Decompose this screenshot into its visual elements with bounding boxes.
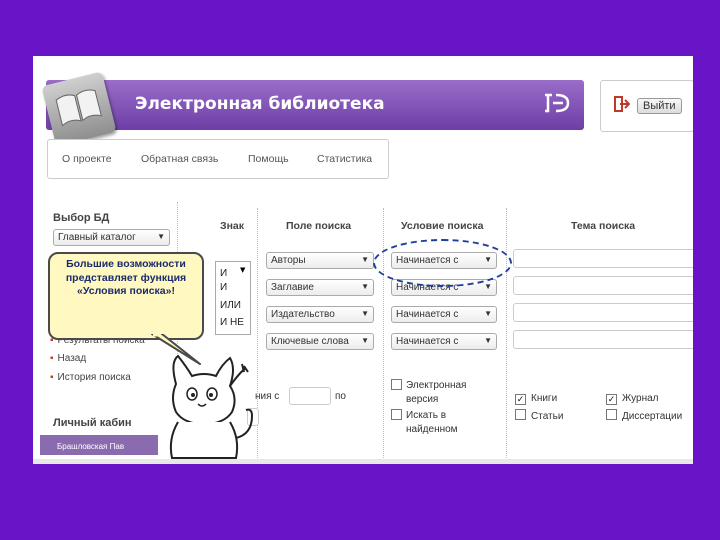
topic-input[interactable]: [513, 276, 693, 295]
type-books-checkbox[interactable]: ✓ Книги: [515, 393, 557, 405]
topic-input[interactable]: [513, 249, 693, 268]
brand-logo-icon: [543, 92, 571, 119]
logout-icon: [614, 96, 631, 112]
checkbox-box[interactable]: [606, 409, 617, 420]
checkbox-box[interactable]: [391, 409, 402, 420]
sign-option[interactable]: И: [220, 282, 227, 293]
electronic-version-checkbox[interactable]: [391, 379, 407, 392]
exit-panel: Выйти: [600, 80, 693, 132]
search-in-found-checkbox[interactable]: [391, 409, 407, 422]
electronic-version-label: Электронная версия: [406, 380, 467, 405]
checkbox-box[interactable]: [515, 409, 526, 420]
db-section-title: Выбор БД: [53, 212, 110, 224]
condition-select[interactable]: Начинается с ▼: [391, 306, 497, 323]
type-label: Журнал: [622, 393, 659, 404]
speech-bubble: Большие возможности представляет функция…: [48, 252, 204, 340]
field-select[interactable]: Ключевые слова ▼: [266, 333, 374, 350]
search-in-found-label: Искать в найденном: [406, 410, 458, 435]
divider: [383, 208, 384, 458]
topic-input[interactable]: [513, 330, 693, 349]
field-select-value: Заглавие: [271, 282, 314, 293]
nav-stats[interactable]: Статистика: [317, 153, 372, 165]
highlight-ellipse: [373, 239, 512, 287]
checkbox-box[interactable]: ✓: [515, 394, 526, 405]
field-select[interactable]: Издательство ▼: [266, 306, 374, 323]
type-label: Книги: [531, 393, 558, 404]
menu-history[interactable]: ▪ История поиска: [50, 372, 131, 383]
col-topic: Тема поиска: [571, 220, 636, 232]
dropdown-arrow-icon: ▼: [484, 282, 492, 291]
dropdown-arrow-icon: ▼: [361, 282, 369, 291]
field-select-value: Авторы: [271, 255, 306, 266]
exit-button[interactable]: Выйти: [637, 98, 682, 114]
col-field: Поле поиска: [286, 220, 352, 232]
sign-option[interactable]: ИЛИ: [220, 300, 241, 311]
sign-listbox[interactable]: И ▼ И ИЛИ И НЕ: [215, 261, 251, 335]
field-select-value: Ключевые слова: [271, 336, 349, 347]
year-from-input[interactable]: [289, 387, 331, 405]
db-select[interactable]: Главный каталог ▼: [53, 229, 170, 246]
top-nav: О проекте Обратная связь Помощь Статисти…: [47, 139, 389, 179]
field-select[interactable]: Авторы ▼: [266, 252, 374, 269]
field-select-value: Издательство: [271, 309, 335, 320]
type-label: Диссертации: [622, 411, 683, 422]
checkbox-box[interactable]: ✓: [606, 394, 617, 405]
nav-about[interactable]: О проекте: [62, 153, 112, 165]
type-label: Статьи: [531, 411, 564, 422]
type-articles-checkbox[interactable]: Статьи: [515, 409, 563, 422]
dropdown-arrow-icon: ▼: [361, 336, 369, 345]
dropdown-arrow-icon: ▼: [240, 266, 246, 274]
type-journal-checkbox[interactable]: ✓ Журнал: [606, 393, 659, 405]
cabinet-title: Личный кабин: [53, 417, 132, 429]
field-select[interactable]: Заглавие ▼: [266, 279, 374, 296]
nav-feedback[interactable]: Обратная связь: [141, 153, 218, 165]
nav-help[interactable]: Помощь: [248, 153, 289, 165]
sign-option[interactable]: И: [220, 268, 227, 279]
sign-option[interactable]: И НЕ: [220, 317, 244, 328]
menu-back[interactable]: ▪ Назад: [50, 353, 86, 364]
dropdown-arrow-icon: ▼: [361, 309, 369, 318]
menu-history-label: История поиска: [57, 372, 131, 383]
year-from-label: ния с: [255, 391, 280, 402]
dropdown-arrow-icon: ▼: [484, 309, 492, 318]
divider: [506, 208, 507, 458]
col-sign: Знак: [220, 220, 245, 232]
cartoon-cat-icon: [169, 354, 254, 459]
condition-select-value: Начинается с: [396, 309, 459, 320]
dropdown-arrow-icon: ▼: [484, 336, 492, 345]
checkbox-box[interactable]: [391, 379, 402, 390]
user-name[interactable]: Брашловская Пав: [57, 442, 124, 451]
year-to-label: по: [335, 391, 346, 402]
dropdown-arrow-icon: ▼: [157, 232, 165, 241]
status-bar: [33, 459, 693, 464]
callout-text: Большие возможности представляет функция…: [65, 258, 187, 297]
topic-input[interactable]: [513, 303, 693, 322]
db-select-value: Главный каталог: [58, 232, 136, 243]
dropdown-arrow-icon: ▼: [361, 255, 369, 264]
menu-back-label: Назад: [57, 353, 87, 364]
condition-select[interactable]: Начинается с ▼: [391, 333, 497, 350]
condition-select-value: Начинается с: [396, 336, 459, 347]
page-title: Электронная библиотека: [135, 94, 385, 114]
type-dissertations-checkbox[interactable]: Диссертации: [606, 409, 682, 422]
col-condition: Условие поиска: [401, 220, 484, 232]
